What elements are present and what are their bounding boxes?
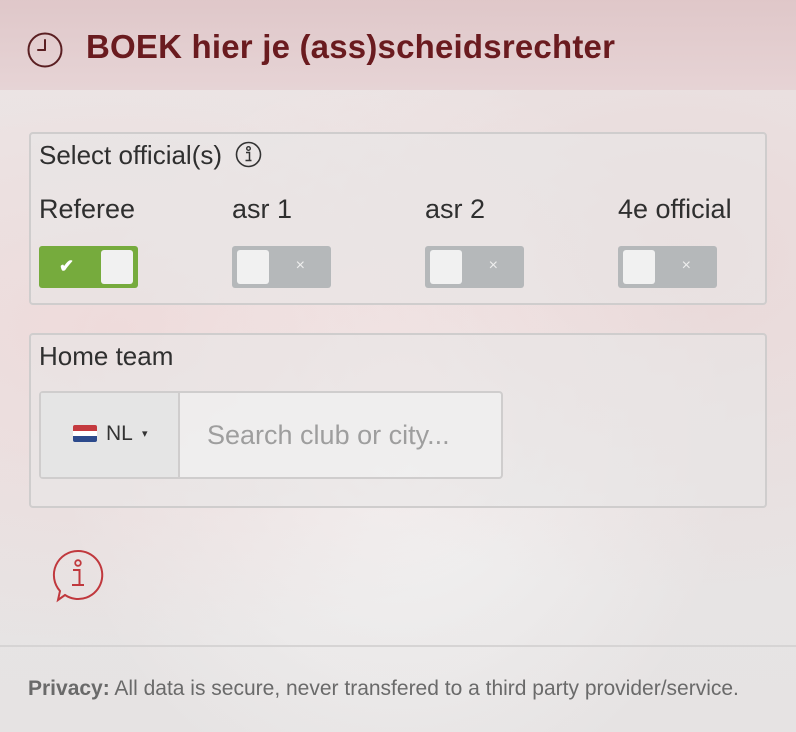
official-4e: 4e official × <box>618 194 732 288</box>
caret-down-icon: ▾ <box>142 428 148 440</box>
privacy-label: Privacy: <box>28 677 110 700</box>
asr1-toggle[interactable]: × <box>232 246 331 288</box>
check-icon: ✔ <box>59 256 75 276</box>
country-selector[interactable]: NL ▾ <box>41 393 180 477</box>
officials-legend-label: Select official(s) <box>39 140 223 170</box>
footer-divider <box>0 645 796 647</box>
info-icon[interactable] <box>235 141 262 168</box>
official-label: Referee <box>39 194 136 224</box>
info-bubble-icon[interactable] <box>52 549 104 603</box>
official-label: 4e official <box>618 194 732 224</box>
privacy-text: All data is secure, never transfered to … <box>114 677 739 700</box>
toggle-knob <box>430 250 462 284</box>
home-team-panel: Home team NL ▾ <box>29 333 767 508</box>
asr2-toggle[interactable]: × <box>425 246 524 288</box>
country-code: NL <box>106 422 133 445</box>
cross-icon: × <box>488 257 498 274</box>
officials-panel: Select official(s) Referee ✔ asr 1 × asr… <box>29 132 767 305</box>
clock-icon <box>27 32 63 68</box>
nl-flag-icon <box>73 425 97 442</box>
toggle-knob <box>237 250 269 284</box>
cross-icon: × <box>681 257 691 274</box>
referee-toggle[interactable]: ✔ <box>39 246 138 288</box>
page-title: BOEK hier je (ass)scheidsrechter <box>86 28 616 65</box>
official-asr1: asr 1 × <box>232 194 331 288</box>
official-label: asr 1 <box>232 194 293 224</box>
official-label: asr 2 <box>425 194 486 224</box>
officials-legend: Select official(s) <box>39 140 262 171</box>
toggle-knob <box>623 250 655 284</box>
home-team-legend: Home team <box>39 341 174 371</box>
cross-icon: × <box>295 257 305 274</box>
4e-official-toggle[interactable]: × <box>618 246 717 288</box>
club-search-group: NL ▾ <box>39 391 503 479</box>
club-search-input[interactable] <box>180 393 501 477</box>
header-bar: BOEK hier je (ass)scheidsrechter <box>0 0 796 90</box>
official-asr2: asr 2 × <box>425 194 524 288</box>
official-referee: Referee ✔ <box>39 194 138 288</box>
toggle-knob <box>101 250 133 284</box>
privacy-note: Privacy: All data is secure, never trans… <box>28 677 739 701</box>
